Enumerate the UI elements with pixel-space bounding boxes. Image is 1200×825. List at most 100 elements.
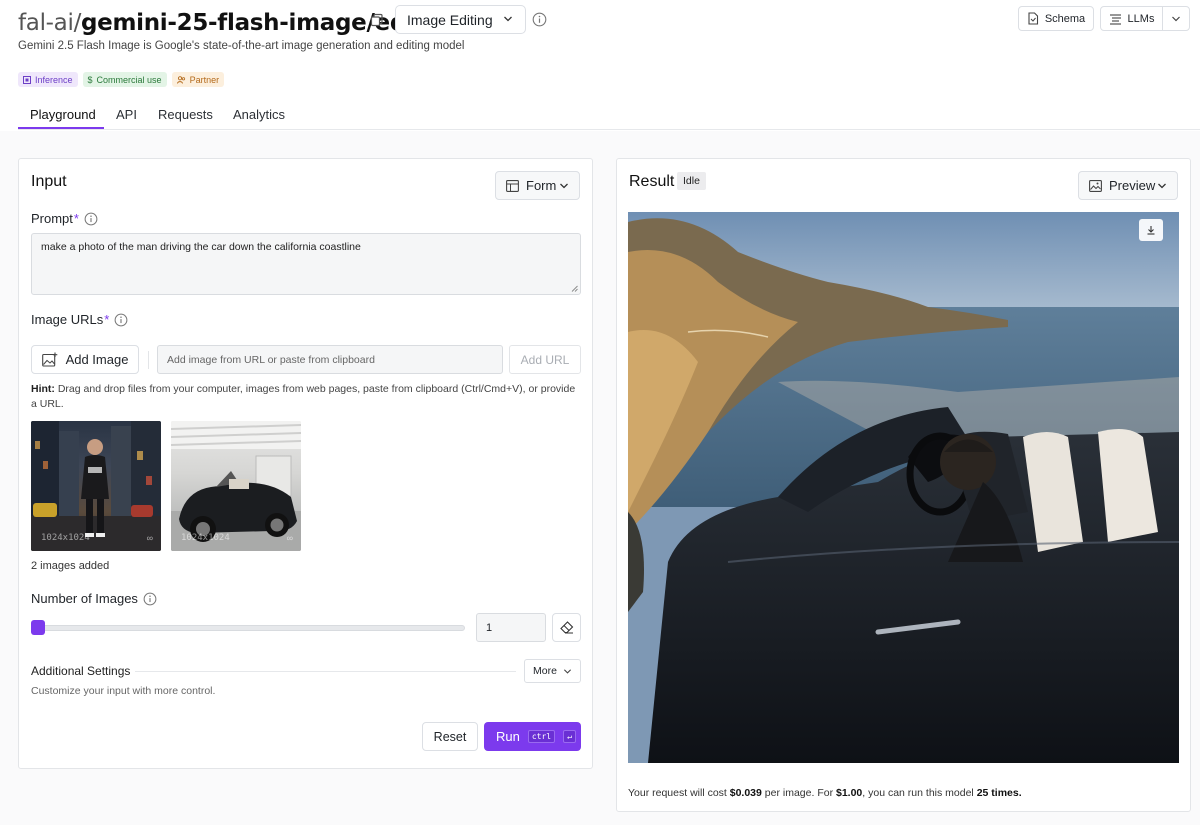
form-mode-label: Form (526, 178, 557, 193)
llms-button[interactable]: LLMs (1101, 7, 1163, 30)
required-mark: * (104, 312, 110, 327)
schema-button[interactable]: Schema (1018, 6, 1094, 31)
status-badge: Idle (677, 172, 706, 190)
model-description: Gemini 2.5 Flash Image is Google's state… (18, 40, 465, 52)
document-icon (1028, 12, 1038, 25)
category-select[interactable]: Image Editing (395, 5, 526, 34)
schema-label: Schema (1044, 12, 1086, 25)
car-showroom-image (171, 421, 301, 551)
info-icon[interactable] (143, 592, 157, 606)
chevron-down-icon (563, 668, 571, 674)
image-icon (1089, 179, 1102, 192)
url-placeholder: Add image from URL or paste from clipboa… (167, 353, 375, 366)
num-images-input[interactable]: 1 (476, 613, 546, 642)
upload-hint: Hint: Drag and drop files from your comp… (31, 382, 583, 412)
info-icon[interactable] (114, 313, 128, 327)
copy-icon[interactable] (370, 13, 384, 27)
images-added-count: 2 images added (31, 560, 110, 572)
badge-label: Commercial use (96, 74, 162, 85)
form-mode-select[interactable]: Form (495, 171, 580, 200)
text-lines-icon (1109, 13, 1121, 25)
add-image-button[interactable]: Add Image (31, 345, 139, 374)
dollar-icon: $ (87, 74, 93, 85)
info-icon[interactable] (84, 212, 98, 226)
num-images-slider-track[interactable] (31, 625, 465, 631)
badge-list: Inference $ Commercial use Partner (18, 72, 225, 87)
keyboard-shortcut-enter: ↵ (563, 730, 576, 743)
badge-label: Inference (35, 74, 73, 85)
add-image-icon (41, 352, 57, 367)
badge-commercial-use: $ Commercial use (82, 72, 167, 87)
run-button[interactable]: Run ctrl ↵ (484, 722, 581, 751)
llms-label: LLMs (1127, 12, 1155, 25)
badge-inference: Inference (18, 72, 78, 87)
cost-mid: per image. For (761, 787, 836, 799)
num-images-label: Number of Images (31, 591, 138, 606)
cost-budget: $1.00 (836, 787, 863, 799)
prompt-label-row: Prompt * (31, 211, 98, 226)
more-label: More (533, 665, 557, 677)
hint-label: Hint: (31, 383, 55, 395)
additional-settings-description: Customize your input with more control. (31, 685, 216, 697)
resize-handle-icon[interactable] (571, 285, 578, 292)
more-settings-button[interactable]: More (524, 659, 581, 683)
chevron-down-icon (1172, 16, 1180, 21)
tab-analytics[interactable]: Analytics (233, 107, 285, 122)
link-icon[interactable]: ∞ (287, 533, 293, 543)
image-urls-label: Image URLs (31, 312, 104, 327)
download-button[interactable] (1139, 219, 1163, 241)
download-icon (1147, 226, 1155, 235)
num-images-value: 1 (486, 621, 493, 634)
required-mark: * (73, 211, 79, 226)
image-thumbnail[interactable]: 1024x1024 ∞ (31, 421, 161, 551)
add-url-button[interactable]: Add URL (509, 345, 581, 374)
add-image-label: Add Image (65, 352, 129, 367)
preview-mode-select[interactable]: Preview (1078, 171, 1178, 200)
result-image[interactable] (628, 212, 1179, 763)
eraser-icon (559, 621, 573, 634)
coastline-convertible-image (628, 212, 1179, 763)
cost-runs: 25 times. (976, 787, 1022, 799)
tab-requests[interactable]: Requests (158, 107, 213, 122)
llms-dropdown-toggle[interactable] (1163, 7, 1189, 30)
tab-api[interactable]: API (116, 107, 137, 122)
tab-playground[interactable]: Playground (30, 107, 96, 122)
badge-label: Partner (189, 74, 220, 85)
divider (148, 351, 149, 369)
image-dimensions: 1024x1024 (41, 533, 90, 543)
title-prefix: fal-ai/ (18, 10, 82, 36)
info-icon[interactable] (532, 12, 547, 27)
city-street-image (31, 421, 161, 551)
image-thumbnail[interactable]: 1024x1024 ∞ (171, 421, 301, 551)
cost-price: $0.039 (729, 787, 762, 799)
keyboard-shortcut-ctrl: ctrl (527, 730, 556, 743)
badge-partner: Partner (171, 72, 225, 87)
chevron-down-icon (560, 183, 568, 189)
category-label: Image Editing (407, 11, 493, 28)
table-icon (506, 179, 519, 192)
chevron-down-icon (1158, 183, 1166, 189)
image-url-input[interactable]: Add image from URL or paste from clipboa… (157, 345, 503, 374)
tab-bar: Playground API Requests Analytics (18, 100, 1200, 130)
prompt-textarea[interactable]: make a photo of the man driving the car … (31, 233, 581, 295)
inference-icon (23, 75, 31, 84)
clear-button[interactable] (552, 613, 581, 642)
num-images-slider-handle[interactable] (31, 620, 45, 635)
image-urls-label-row: Image URLs * (31, 312, 128, 327)
active-tab-indicator (18, 127, 104, 129)
input-panel: Input Form Prompt * make a photo of the m… (18, 158, 593, 769)
additional-settings-title: Additional Settings (31, 664, 131, 678)
result-panel-title: Result (629, 173, 675, 190)
llms-button-group: LLMs (1100, 6, 1190, 31)
prompt-value: make a photo of the man driving the car … (41, 241, 361, 253)
cost-mid2: , you can run this model (862, 787, 977, 799)
divider (135, 671, 516, 672)
link-icon[interactable]: ∞ (147, 533, 153, 543)
cost-prefix: Your request will cost (628, 787, 730, 799)
hint-text: Drag and drop files from your computer, … (31, 383, 576, 410)
num-images-label-row: Number of Images (31, 591, 157, 606)
prompt-label: Prompt (31, 211, 73, 226)
cost-summary: Your request will cost $0.039 per image.… (628, 787, 1022, 799)
input-panel-title: Input (31, 173, 67, 190)
reset-button[interactable]: Reset (422, 722, 478, 751)
